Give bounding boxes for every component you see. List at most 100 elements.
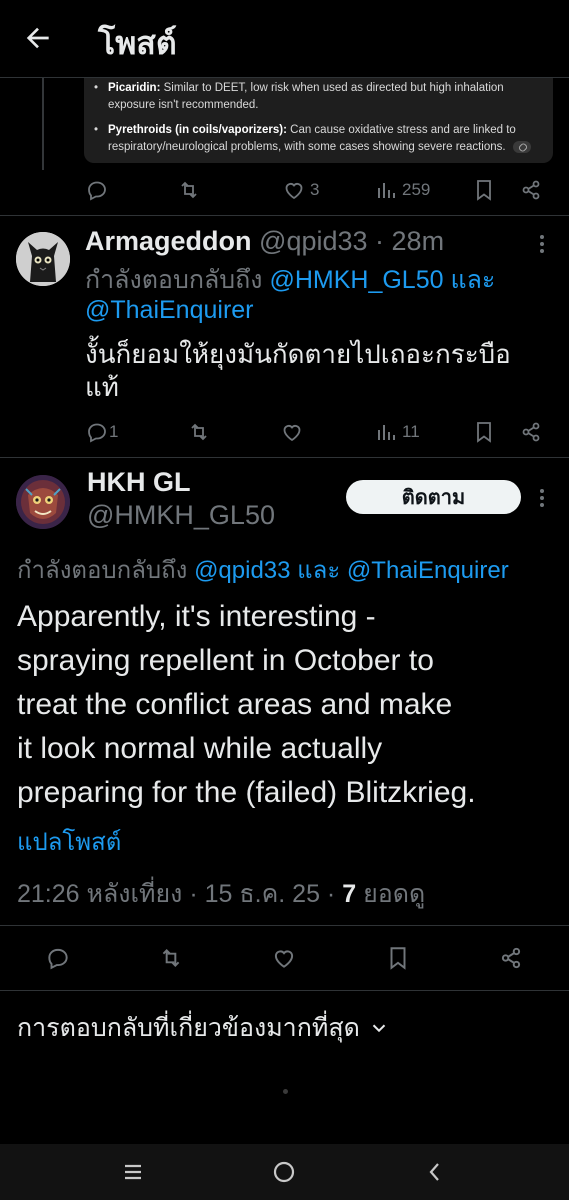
system-nav-bar <box>0 1144 569 1200</box>
user-handle[interactable]: @HMKH_GL50 <box>87 500 275 531</box>
mention-link[interactable]: @ThaiEnquirer <box>347 557 509 584</box>
divider <box>0 215 569 216</box>
repost-button[interactable] <box>158 941 184 975</box>
post-timestamp: 21:26 หลังเที่ยง · 15 ธ.ค. 25 · <box>17 880 336 908</box>
mention-link[interactable]: @HMKH_GL50 <box>269 266 443 294</box>
action-bar: 1 11 <box>0 415 569 449</box>
list-item: Pyrethroids (in coils/vaporizers): Can c… <box>94 122 537 156</box>
like-button[interactable] <box>280 415 304 449</box>
like-button[interactable] <box>271 941 297 975</box>
display-name[interactable]: HKH GL <box>87 467 191 498</box>
analytics-icon <box>378 183 395 198</box>
post-text-line: Apparently, it's interesting - <box>17 600 376 633</box>
embedded-card[interactable]: Picaridin: Similar to DEET, low risk whe… <box>84 78 553 163</box>
reply-button[interactable] <box>85 173 109 207</box>
mask-avatar-icon <box>16 475 70 529</box>
share-icon <box>501 947 521 969</box>
repost-icon <box>181 181 197 199</box>
replying-conj: และ <box>450 266 496 294</box>
top-bar: โพสต์ <box>0 0 569 78</box>
heart-icon <box>274 950 294 968</box>
view-count: 259 <box>402 180 431 199</box>
replying-to: กำลังตอบกลับถึง @qpid33 และ @ThaiEnquire… <box>17 550 569 589</box>
reply-icon <box>88 423 106 443</box>
reply-count: 1 <box>109 422 119 441</box>
replying-conj: และ <box>297 557 341 584</box>
share-button[interactable] <box>498 941 524 975</box>
back-arrow-icon[interactable] <box>22 22 54 54</box>
action-bar: 3 259 <box>0 173 569 207</box>
sort-label: การตอบกลับที่เกี่ยวข้องมากที่สุด <box>17 1014 360 1042</box>
view-label: ยอดดู <box>363 880 426 908</box>
home-icon[interactable] <box>272 1160 296 1184</box>
share-icon <box>522 422 540 442</box>
link-icon[interactable] <box>512 140 531 153</box>
bookmark-icon <box>477 180 491 201</box>
bookmark-icon <box>390 947 406 970</box>
bookmark-button[interactable] <box>472 173 496 207</box>
divider <box>0 990 569 991</box>
mention-link[interactable]: @ThaiEnquirer <box>85 296 254 324</box>
views-button[interactable]: 259 <box>374 173 430 207</box>
follow-button[interactable]: ติดตาม <box>346 480 521 514</box>
page-title: โพสต์ <box>98 25 177 61</box>
share-button[interactable] <box>519 173 543 207</box>
reply-body: งั้นก็ยอมให้ยุงมันกัดตายไปเถอะกระบือ แท้ <box>85 338 511 404</box>
reply-button[interactable] <box>45 941 71 975</box>
bookmark-icon <box>477 422 491 443</box>
post-body: Apparently, it's interesting - spraying … <box>17 595 562 815</box>
like-count: 3 <box>310 180 320 199</box>
reply-text-line: แท้ <box>85 372 119 402</box>
replying-to: กำลังตอบกลับถึง @HMKH_GL50 และ <box>85 260 495 300</box>
avatar[interactable] <box>16 475 70 529</box>
back-nav-icon[interactable] <box>424 1160 446 1184</box>
display-name[interactable]: Armageddon <box>85 226 252 256</box>
reply-header: Armageddon @qpid33 · 28m <box>85 226 444 257</box>
views-button[interactable]: 11 <box>374 415 420 449</box>
reply-button[interactable]: 1 <box>85 415 118 449</box>
share-icon <box>522 180 540 200</box>
post-time: · 28m <box>375 226 445 256</box>
heart-icon <box>285 183 303 200</box>
more-options-icon[interactable] <box>532 486 552 510</box>
user-handle[interactable]: @qpid33 <box>259 226 368 256</box>
heart-icon <box>283 425 301 442</box>
view-count: 7 <box>342 880 357 908</box>
divider <box>0 457 569 458</box>
reply-text-line: งั้นก็ยอมให้ยุงมันกัดตายไปเถอะกระบือ <box>85 339 511 369</box>
translate-link[interactable]: แปลโพสต์ <box>17 822 121 861</box>
divider <box>0 925 569 926</box>
replying-prefix: กำลังตอบกลับถึง <box>17 557 188 584</box>
reply-icon <box>48 948 68 970</box>
post-text-line: it look normal while actually <box>17 732 383 765</box>
cat-avatar-icon <box>16 232 70 286</box>
list-item-term: Pyrethroids (in coils/vaporizers): <box>108 124 287 136</box>
more-options-icon[interactable] <box>532 232 552 256</box>
like-button[interactable]: 3 <box>282 173 319 207</box>
replying-to-cont: @ThaiEnquirer <box>85 296 254 325</box>
list-item-text: Similar to DEET, low risk when used as d… <box>108 82 504 111</box>
post-text-line: treat the conflict areas and make <box>17 688 453 721</box>
repost-icon <box>191 423 207 441</box>
sort-replies-dropdown[interactable]: การตอบกลับที่เกี่ยวข้องมากที่สุด <box>17 1008 390 1048</box>
repost-button[interactable] <box>187 415 211 449</box>
share-button[interactable] <box>519 415 543 449</box>
avatar[interactable] <box>16 232 70 286</box>
post-text-line: spraying repellent in October to <box>17 644 434 677</box>
repost-icon <box>162 949 180 967</box>
repost-button[interactable] <box>177 173 201 207</box>
list-item-term: Picaridin: <box>108 82 161 94</box>
loading-dot <box>283 1089 288 1094</box>
bookmark-button[interactable] <box>385 941 411 975</box>
reply-icon <box>88 181 106 201</box>
list-item: Picaridin: Similar to DEET, low risk whe… <box>94 80 537 114</box>
analytics-icon <box>378 425 395 440</box>
bookmark-button[interactable] <box>472 415 496 449</box>
post-meta: 21:26 หลังเที่ยง · 15 ธ.ค. 25 · 7 ยอดดู <box>17 874 425 914</box>
chevron-down-icon <box>372 1024 386 1033</box>
recents-icon[interactable] <box>121 1162 145 1182</box>
post-text-line: preparing for the (failed) Blitzkrieg. <box>17 776 476 809</box>
thread-line <box>42 78 44 170</box>
replying-prefix: กำลังตอบกลับถึง <box>85 266 263 294</box>
mention-link[interactable]: @qpid33 <box>194 557 290 584</box>
